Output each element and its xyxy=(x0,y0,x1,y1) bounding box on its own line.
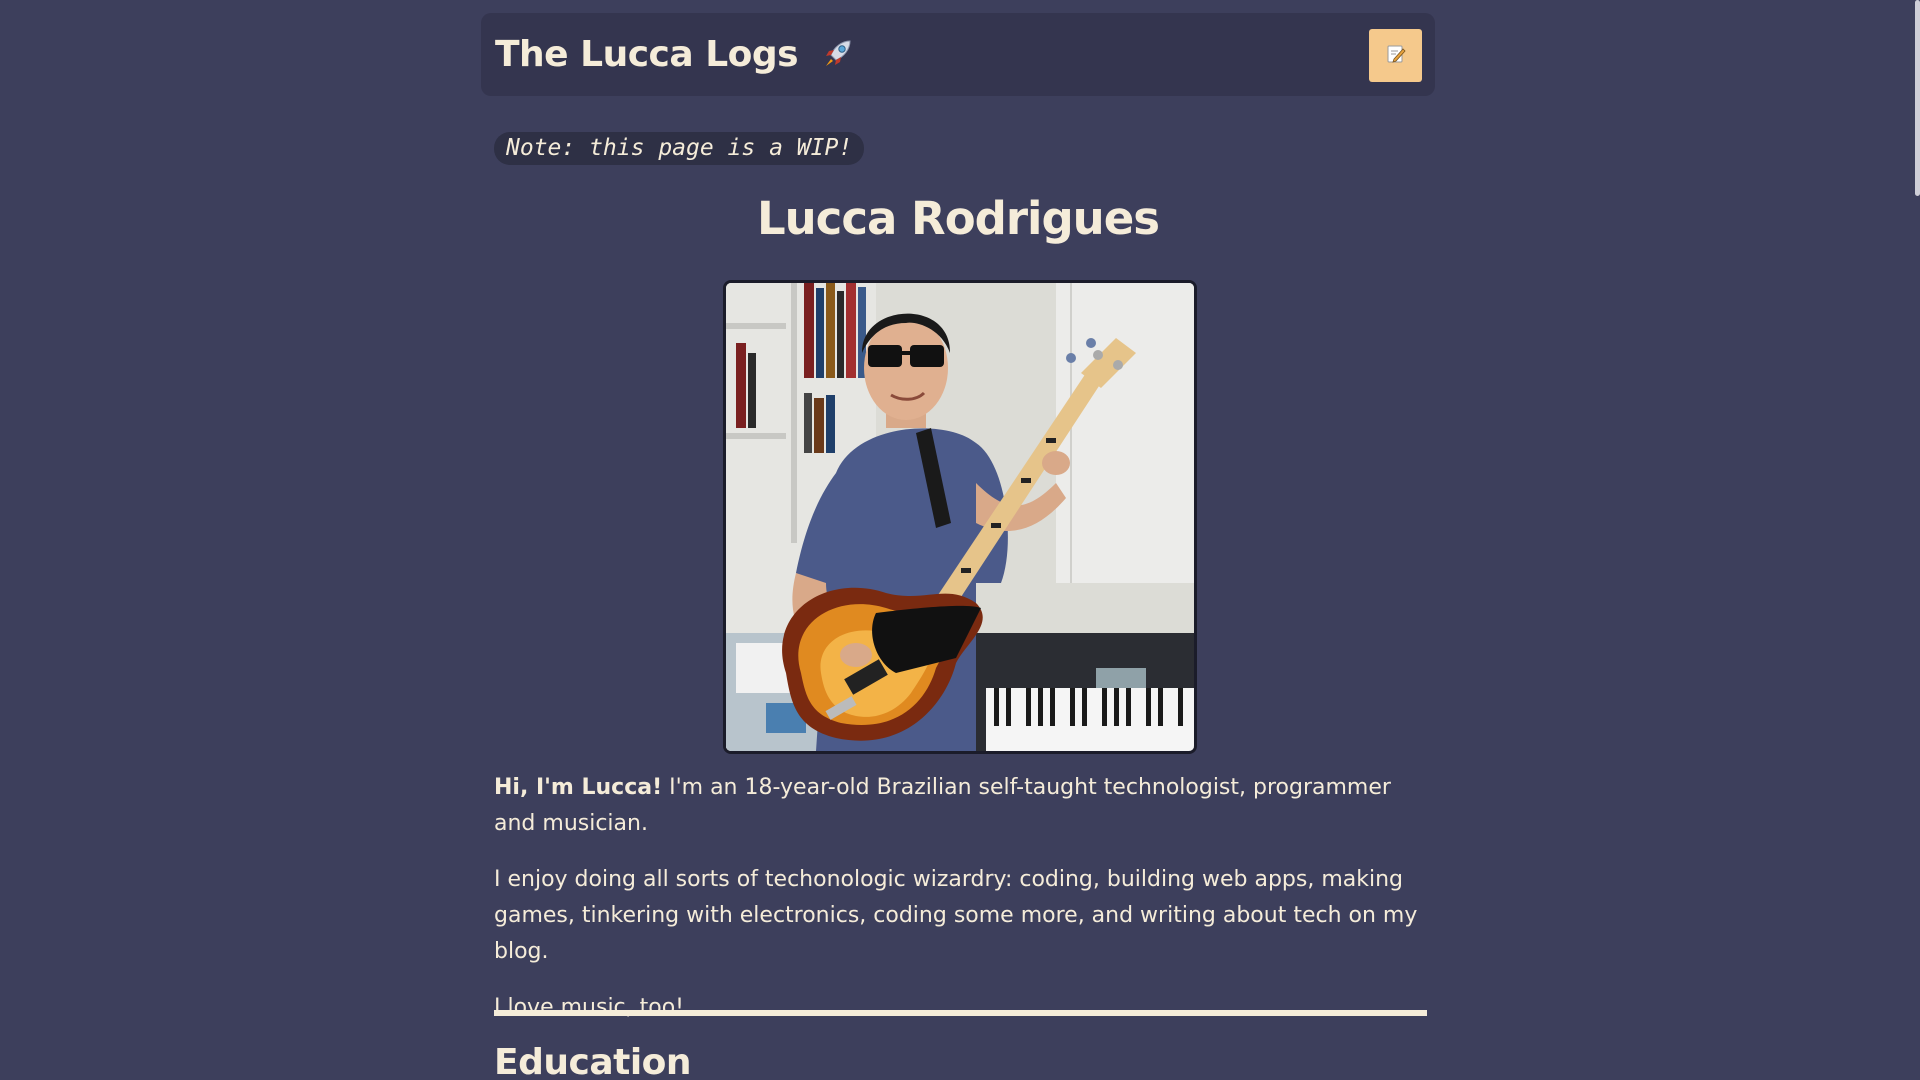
intro-paragraph-2: I enjoy doing all sorts of techonologic … xyxy=(494,867,1418,964)
intro-paragraph-1: Hi, I'm Lucca! I'm an 18-year-old Brazil… xyxy=(494,770,1427,842)
section-divider xyxy=(494,1010,1427,1016)
edit-button[interactable] xyxy=(1369,29,1422,82)
site-title-link[interactable]: The Lucca Logs xyxy=(495,13,856,96)
intro-greeting: Hi, I'm Lucca! xyxy=(494,775,663,800)
education-heading: Education xyxy=(494,1042,692,1080)
profile-photo xyxy=(723,280,1197,754)
rocket-icon xyxy=(820,18,856,66)
scrollbar[interactable] xyxy=(1915,0,1920,196)
intro-section: Hi, I'm Lucca! I'm an 18-year-old Brazil… xyxy=(494,770,1427,1046)
intro-paragraph-3: I love music, too! xyxy=(494,995,684,1020)
memo-icon xyxy=(1385,43,1407,69)
site-title-text: The Lucca Logs xyxy=(495,34,799,75)
page-title: Lucca Rodrigues xyxy=(756,192,1160,245)
wip-note: Note: this page is a WIP! xyxy=(494,132,865,165)
page: The Lucca Logs Note: this page is a WIP!… xyxy=(0,0,1920,1080)
site-header: The Lucca Logs xyxy=(481,13,1435,96)
